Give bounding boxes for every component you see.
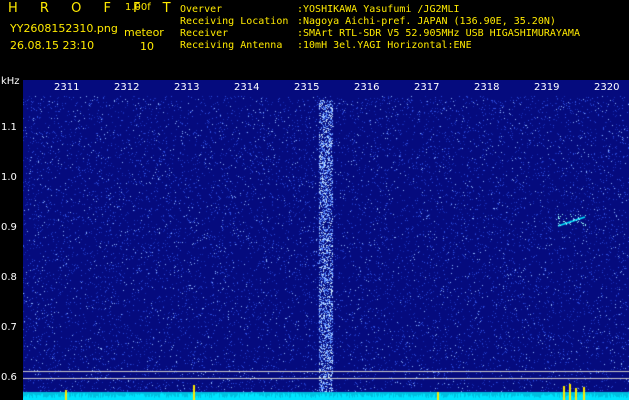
info-key-observer: Overver	[180, 4, 223, 15]
info-value-observer: :YOSHIKAWA Yasufumi /JG2MLI	[297, 4, 460, 15]
axis-unit-label: kHz	[1, 76, 20, 87]
info-key-antenna: Receiving Antenna	[180, 40, 283, 51]
y-tick-label: 1.0	[1, 172, 17, 183]
time-tick-label: 2320	[594, 82, 620, 93]
time-tick-label: 2316	[354, 82, 380, 93]
info-value-antenna: :10mH 3el.YAGI Horizontal:ENE	[297, 40, 472, 51]
file-name: YY2608152310.png	[10, 22, 118, 35]
time-tick-label: 2319	[534, 82, 560, 93]
time-tick-label: 2317	[414, 82, 440, 93]
info-value-receiver: :SMArt RTL-SDR V5 52.905MHz USB HIGASHIM…	[297, 28, 580, 39]
app-title: H R O F F T	[8, 1, 180, 16]
y-tick-label: 0.7	[1, 322, 17, 333]
time-tick-label: 2318	[474, 82, 500, 93]
y-tick-label: 0.6	[1, 372, 17, 383]
meteor-count: 10	[140, 40, 154, 53]
time-tick-label: 2311	[54, 82, 80, 93]
version-label: 1.00f	[125, 2, 151, 13]
datetime-label: 26.08.15 23:10	[10, 39, 95, 52]
info-value-location: :Nagoya Aichi-pref. JAPAN (136.90E, 35.2…	[297, 16, 556, 27]
time-tick-label: 2313	[174, 82, 200, 93]
y-tick-label: 0.9	[1, 222, 17, 233]
time-tick-label: 2314	[234, 82, 260, 93]
info-key-receiver: Receiver	[180, 28, 229, 39]
frequency-axis: kHz 1.1 1.0 0.9 0.8 0.7 0.6	[0, 76, 23, 400]
info-key-location: Receiving Location	[180, 16, 289, 27]
y-tick-label: 1.1	[1, 122, 17, 133]
y-tick-label: 0.8	[1, 272, 17, 283]
spectrogram-plot: 2311 2312 2313 2314 2315 2316 2317 2318 …	[23, 80, 629, 400]
time-tick-label: 2312	[114, 82, 140, 93]
spectrogram-canvas	[23, 80, 629, 400]
meteor-label: meteor	[124, 26, 164, 39]
header-panel: H R O F F T 1.00f YY2608152310.png meteo…	[0, 0, 629, 80]
time-tick-label: 2315	[294, 82, 320, 93]
